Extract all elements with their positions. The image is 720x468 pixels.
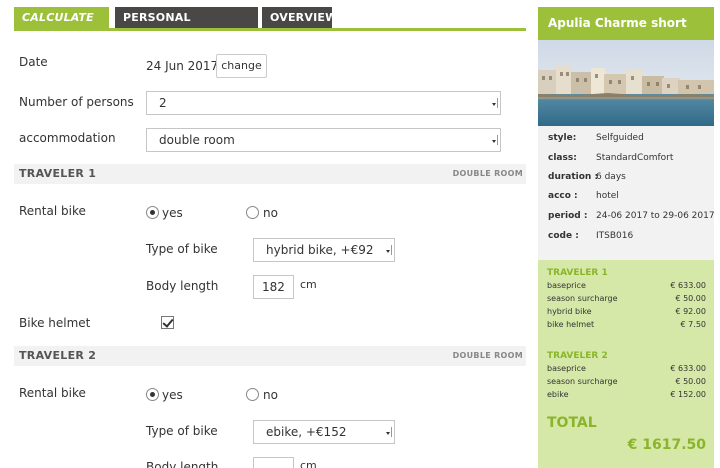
detail-key: duration :: [548, 172, 599, 182]
price-group-title: TRAVELER 1: [547, 268, 608, 278]
bike-type-select-value: ebike, +€152: [266, 425, 347, 439]
body-length-label: Body length: [146, 460, 219, 468]
price-label: baseprice: [547, 364, 586, 373]
rental-bike-yes-label: yes: [162, 206, 183, 220]
price-row: baseprice € 633.00: [547, 281, 706, 290]
detail-value: Selfguided: [596, 133, 644, 143]
persons-select-value: 2: [159, 96, 167, 110]
traveler-2-header: TRAVELER 2 DOUBLE ROOM: [14, 346, 526, 366]
price-amount: € 152.00: [670, 390, 706, 399]
detail-key: period :: [548, 211, 588, 221]
body-length-label: Body length: [146, 279, 219, 293]
traveler-2-room: DOUBLE ROOM: [452, 351, 523, 360]
detail-value: ITSB016: [596, 231, 634, 241]
price-group-title: TRAVELER 2: [547, 351, 608, 361]
price-amount: € 50.00: [675, 294, 706, 303]
rental-bike-label: Rental bike: [19, 204, 86, 218]
price-row: bike helmet € 7.50: [547, 320, 706, 329]
total-label: TOTAL: [547, 415, 597, 431]
body-length-input[interactable]: 182: [253, 275, 294, 299]
chevron-down-icon: [492, 135, 498, 145]
detail-value: 24-06 2017 to 29-06 2017: [596, 211, 715, 221]
traveler-1-header: TRAVELER 1 DOUBLE ROOM: [14, 164, 526, 184]
change-date-button[interactable]: change: [216, 54, 267, 78]
rental-bike-no-radio[interactable]: [246, 206, 259, 219]
tab-overview[interactable]: OVERVIEW: [262, 7, 337, 28]
price-label: hybrid bike: [547, 307, 592, 316]
traveler-2-title: TRAVELER 2: [19, 349, 97, 362]
rental-bike-no-label: no: [263, 206, 278, 220]
trip-title: Apulia Charme short break: [538, 7, 714, 63]
traveler-1-title: TRAVELER 1: [19, 167, 97, 180]
trip-photo: [538, 40, 714, 126]
rental-bike-yes-radio[interactable]: [146, 388, 159, 401]
price-row: hybrid bike € 92.00: [547, 307, 706, 316]
tab-bar: CALCULATE PRICE PERSONAL INFORMATION OVE…: [14, 7, 526, 45]
accommodation-select[interactable]: double room: [146, 128, 501, 152]
price-amount: € 92.00: [675, 307, 706, 316]
bike-type-select-value: hybrid bike, +€92: [266, 243, 374, 257]
date-label: Date: [19, 55, 48, 69]
detail-key: class:: [548, 153, 577, 163]
body-length-unit: cm: [300, 459, 317, 468]
trip-summary-sidebar: Apulia Charme short break: [538, 7, 715, 468]
detail-key: style:: [548, 133, 577, 143]
chevron-down-icon: [386, 245, 392, 255]
persons-select[interactable]: 2: [146, 91, 501, 115]
detail-value: hotel: [596, 191, 619, 201]
price-label: season surcharge: [547, 294, 618, 303]
rental-bike-no-label: no: [263, 388, 278, 402]
rental-bike-yes-radio[interactable]: [146, 206, 159, 219]
rental-bike-yes-label: yes: [162, 388, 183, 402]
price-row: season surcharge € 50.00: [547, 377, 706, 386]
price-label: bike helmet: [547, 320, 595, 329]
detail-value: StandardComfort: [596, 153, 674, 163]
accommodation-select-value: double room: [159, 133, 235, 147]
detail-key: code :: [548, 231, 579, 241]
bike-helmet-label: Bike helmet: [19, 316, 91, 330]
rental-bike-no-radio[interactable]: [246, 388, 259, 401]
price-row: baseprice € 633.00: [547, 364, 706, 373]
total-value: € 1617.50: [627, 437, 706, 453]
price-summary: TRAVELER 1 baseprice € 633.00 season sur…: [538, 260, 714, 468]
traveler-1-room: DOUBLE ROOM: [452, 169, 523, 178]
bike-type-select[interactable]: hybrid bike, +€92: [253, 238, 395, 262]
bike-type-select[interactable]: ebike, +€152: [253, 420, 395, 444]
tab-personal-information[interactable]: PERSONAL INFORMATION: [115, 7, 258, 45]
tab-calculate-price[interactable]: CALCULATE PRICE: [14, 7, 109, 45]
chevron-down-icon: [386, 427, 392, 437]
price-row: ebike € 152.00: [547, 390, 706, 399]
price-label: baseprice: [547, 281, 586, 290]
detail-key: acco :: [548, 191, 578, 201]
price-amount: € 7.50: [680, 320, 706, 329]
rental-bike-label: Rental bike: [19, 386, 86, 400]
detail-value: 6 days: [596, 172, 626, 182]
date-value: 24 Jun 2017: [146, 59, 219, 73]
body-length-unit: cm: [300, 278, 317, 291]
bike-helmet-checkbox[interactable]: [161, 316, 174, 329]
accommodation-label: accommodation: [19, 131, 116, 145]
price-label: season surcharge: [547, 377, 618, 386]
chevron-down-icon: [492, 98, 498, 108]
body-length-input[interactable]: [253, 457, 294, 468]
bike-type-label: Type of bike: [146, 424, 218, 438]
price-amount: € 633.00: [670, 281, 706, 290]
bike-type-label: Type of bike: [146, 242, 218, 256]
price-label: ebike: [547, 390, 569, 399]
price-amount: € 50.00: [675, 377, 706, 386]
price-amount: € 633.00: [670, 364, 706, 373]
price-row: season surcharge € 50.00: [547, 294, 706, 303]
persons-label: Number of persons: [19, 95, 134, 109]
